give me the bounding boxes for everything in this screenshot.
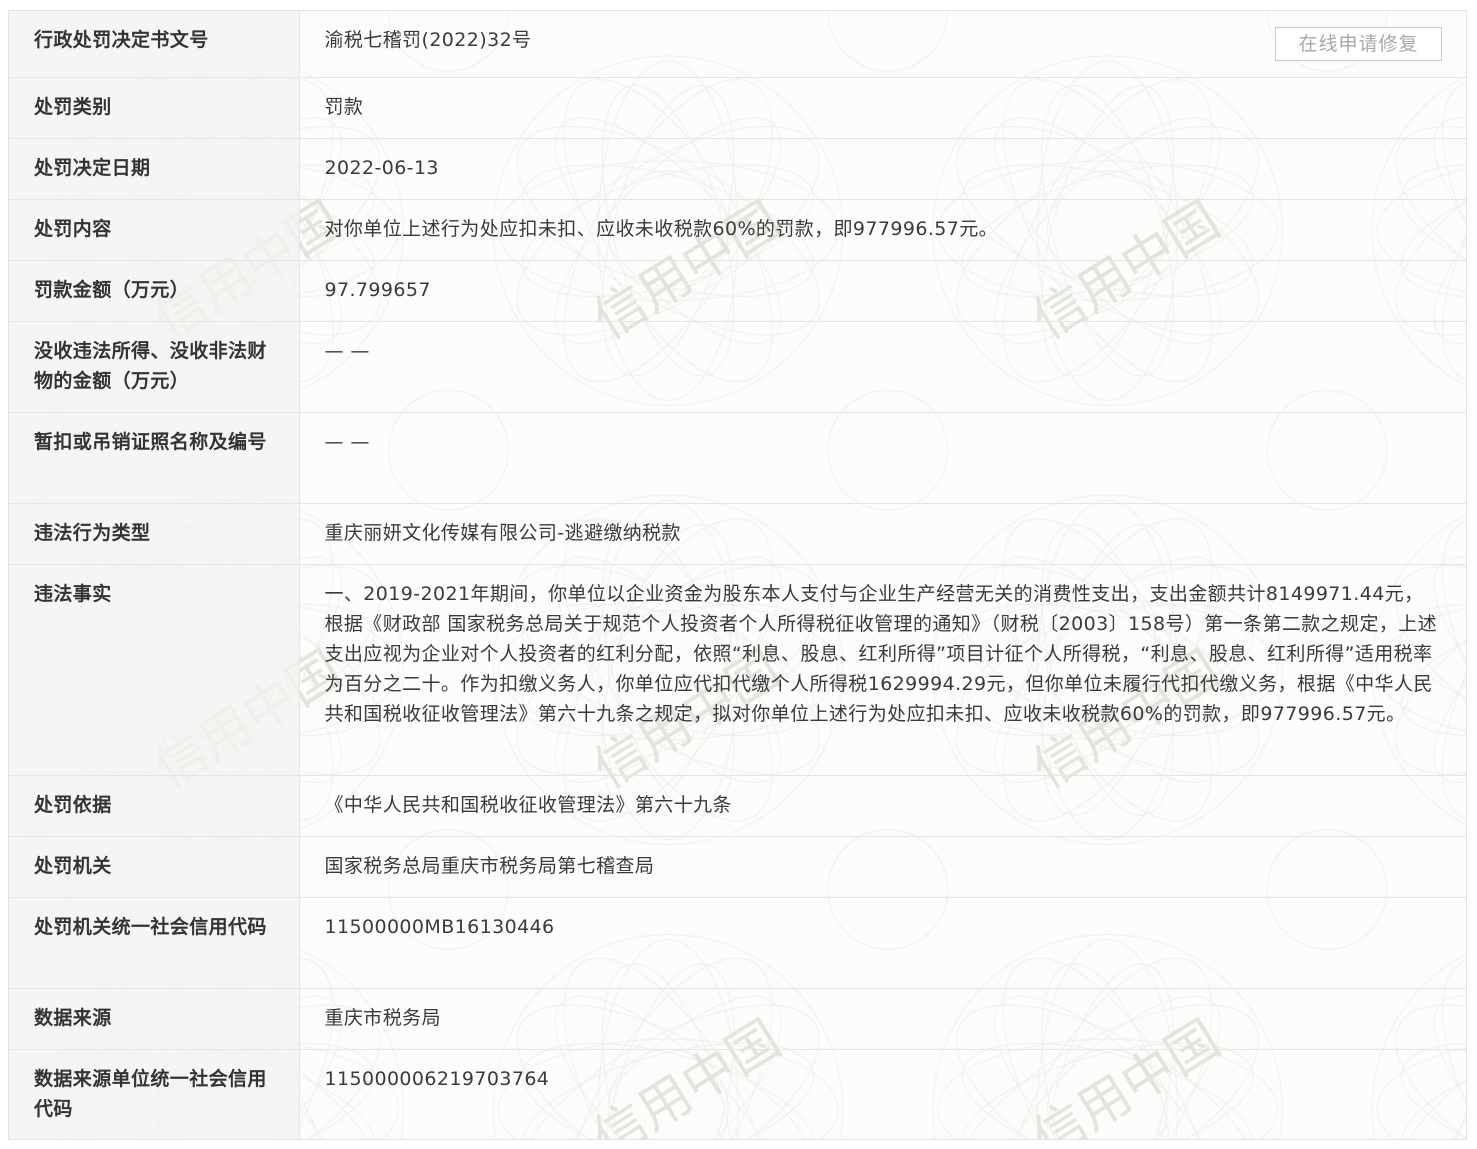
detail-row: 处罚依据 《中华人民共和国税收征收管理法》第六十九条 (9, 774, 1466, 836)
field-label: 数据来源 (9, 987, 300, 1049)
field-value: 一、2019-2021年期间，你单位以企业资金为股东本人支付与企业生产经营无关的… (324, 582, 1438, 725)
field-value: 115000006219703764 (324, 1067, 550, 1090)
field-label: 暂扣或吊销证照名称及编号 (9, 411, 300, 503)
field-value: — — (324, 339, 370, 362)
detail-row: 违法行为类型 重庆丽妍文化传媒有限公司-逃避缴纳税款 (9, 502, 1466, 564)
field-value-cell: 渝税七稽罚(2022)32号 在线申请修复 (299, 11, 1466, 77)
field-value: 重庆丽妍文化传媒有限公司-逃避缴纳税款 (324, 521, 681, 544)
detail-row: 罚款金额（万元） 97.799657 (9, 259, 1466, 321)
detail-row: 处罚类别 罚款 (9, 76, 1466, 138)
field-value: 重庆市税务局 (324, 1006, 441, 1029)
field-value-cell: 11500000MB16130446 (299, 896, 1466, 988)
field-label: 违法事实 (9, 563, 300, 775)
field-value: 11500000MB16130446 (324, 915, 555, 938)
detail-row: 处罚机关统一社会信用代码 11500000MB16130446 (9, 896, 1466, 988)
field-value-cell: 重庆市税务局 (299, 987, 1466, 1049)
field-value-cell: 一、2019-2021年期间，你单位以企业资金为股东本人支付与企业生产经营无关的… (299, 563, 1466, 775)
field-value-cell: 对你单位上述行为处应扣未扣、应收未收税款60%的罚款，即977996.57元。 (299, 198, 1466, 260)
field-value: 2022-06-13 (324, 156, 439, 179)
detail-row: 处罚内容 对你单位上述行为处应扣未扣、应收未收税款60%的罚款，即977996.5… (9, 198, 1466, 260)
field-value: 对你单位上述行为处应扣未扣、应收未收税款60%的罚款，即977996.57元。 (324, 217, 999, 240)
field-value-cell: 97.799657 (299, 259, 1466, 321)
field-value: 《中华人民共和国税收征收管理法》第六十九条 (324, 793, 732, 816)
field-value-cell: 罚款 (299, 76, 1466, 138)
field-label: 违法行为类型 (9, 502, 300, 564)
field-value: 国家税务总局重庆市税务局第七稽查局 (324, 854, 655, 877)
field-value: 97.799657 (324, 278, 431, 301)
penalty-detail-table: 行政处罚决定书文号 渝税七稽罚(2022)32号 在线申请修复 处罚类别 罚款处罚决定日… (9, 11, 1466, 1139)
field-label: 数据来源单位统一社会信用代码 (9, 1048, 300, 1139)
detail-row: 处罚机关 国家税务总局重庆市税务局第七稽查局 (9, 835, 1466, 897)
field-label: 处罚类别 (9, 76, 300, 138)
field-value-cell: 《中华人民共和国税收征收管理法》第六十九条 (299, 774, 1466, 836)
field-label: 罚款金额（万元） (9, 259, 300, 321)
field-value-cell: 2022-06-13 (299, 137, 1466, 199)
field-value-cell: — — (299, 320, 1466, 412)
field-value-cell: 国家税务总局重庆市税务局第七稽查局 (299, 835, 1466, 897)
field-label: 行政处罚决定书文号 (9, 11, 300, 77)
online-repair-application-button[interactable]: 在线申请修复 (1275, 27, 1442, 61)
field-label: 处罚依据 (9, 774, 300, 836)
field-value: — — (324, 430, 370, 453)
detail-row: 没收违法所得、没收非法财物的金额（万元） — — (9, 320, 1466, 412)
field-value-cell: 115000006219703764 (299, 1048, 1466, 1139)
field-value: 罚款 (324, 95, 364, 118)
field-label: 处罚机关统一社会信用代码 (9, 896, 300, 988)
detail-row: 处罚决定日期 2022-06-13 (9, 137, 1466, 199)
field-label: 处罚决定日期 (9, 137, 300, 199)
field-value-cell: 重庆丽妍文化传媒有限公司-逃避缴纳税款 (299, 502, 1466, 564)
field-value-cell: — — (299, 411, 1466, 503)
field-label: 没收违法所得、没收非法财物的金额（万元） (9, 320, 300, 412)
detail-row: 数据来源单位统一社会信用代码 115000006219703764 (9, 1048, 1466, 1139)
detail-row: 违法事实 一、2019-2021年期间，你单位以企业资金为股东本人支付与企业生产经… (9, 563, 1466, 775)
field-label: 处罚机关 (9, 835, 300, 897)
detail-row: 暂扣或吊销证照名称及编号 — — (9, 411, 1466, 503)
detail-row: 行政处罚决定书文号 渝税七稽罚(2022)32号 在线申请修复 (9, 11, 1466, 77)
detail-row: 数据来源 重庆市税务局 (9, 987, 1466, 1049)
field-label: 处罚内容 (9, 198, 300, 260)
penalty-detail-panel: 信用中国信用中国信用中国信用中国信用中国信用中国信用中国信用中国 行政处罚决定书… (8, 10, 1467, 1140)
